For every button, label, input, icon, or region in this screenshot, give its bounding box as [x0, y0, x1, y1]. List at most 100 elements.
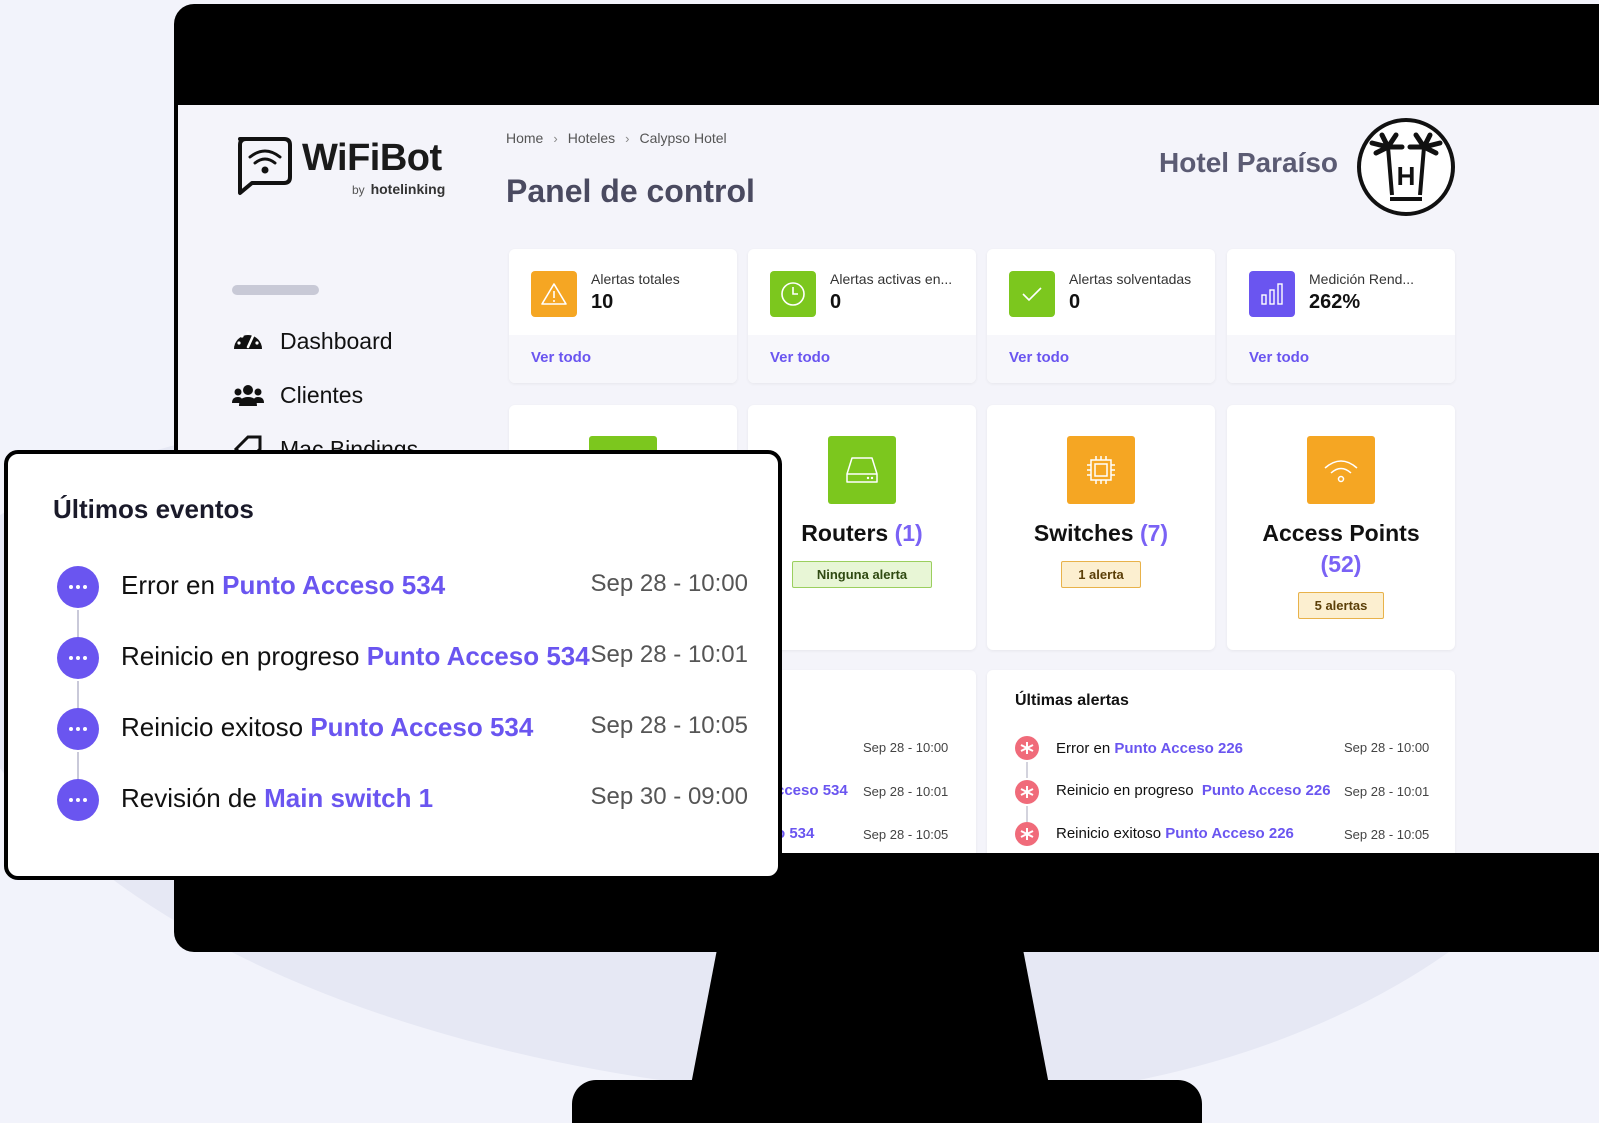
breadcrumb-home[interactable]: Home [506, 130, 543, 146]
chevron-right-icon: › [553, 130, 558, 146]
timeline-connector [1026, 806, 1028, 822]
alert-time: Sep 28 - 10:05 [1344, 827, 1430, 842]
alert-link[interactable]: Punto Acceso 226 [1114, 740, 1243, 757]
users-icon [232, 385, 264, 406]
event-dot [57, 708, 99, 750]
event-row: Reinicio exitoso Punto Acceso 534 [121, 712, 533, 743]
alert-icon [1015, 780, 1039, 804]
stat-icon-box [1009, 271, 1055, 317]
stat-value: 0 [830, 291, 842, 313]
events-panel-partial: Sep 28 - 10:00 cceso 534 Sep 28 - 10:01 … [748, 670, 976, 853]
device-name: Routers [801, 520, 889, 546]
alert-time: Sep 28 - 10:00 [1344, 740, 1430, 755]
stat-card-alertas-activas[interactable]: Alertas activas en... 0 Ver todo [748, 249, 976, 383]
stat-card-alertas-totales[interactable]: Alertas totales 10 Ver todo [509, 249, 737, 383]
alert-icon [1015, 736, 1039, 760]
ellipsis-icon [69, 656, 87, 660]
warning-triangle-icon [541, 283, 567, 305]
device-name: Switches [1033, 520, 1134, 546]
ver-todo-link[interactable]: Ver todo [748, 335, 976, 383]
brand-logo[interactable]: WiFiBot by hotelinking [232, 135, 462, 205]
alert-row: Reinicio en progreso Punto Acceso 226 [1056, 782, 1331, 799]
device-card-routers[interactable]: Routers (1) Ninguna alerta [748, 405, 976, 650]
timeline-connector [77, 752, 79, 780]
device-card-access-points[interactable]: Access Points (52) 5 alertas [1227, 405, 1455, 650]
page-title: Panel de control [506, 173, 755, 209]
dashboard-gauge-icon [234, 331, 262, 349]
event-link[interactable]: Punto Acceso 534 [367, 641, 590, 671]
event-link[interactable]: Punto Acceso 534 [310, 712, 533, 742]
event-text: Revisión de [121, 783, 257, 813]
sidebar-item-clientes[interactable]: Clientes [232, 381, 363, 409]
bar-chart-icon [1261, 283, 1283, 305]
event-dot [57, 779, 99, 821]
breadcrumb-hoteles[interactable]: Hoteles [568, 130, 615, 146]
hotel-name: Hotel Paraíso [1159, 147, 1338, 178]
alert-text: Reinicio exitoso [1056, 825, 1162, 842]
status-badge: Ninguna alerta [792, 561, 932, 588]
timeline-connector [1026, 762, 1028, 778]
asterisk-icon [1020, 742, 1034, 754]
stat-card-medicion-rendimiento[interactable]: Medición Rend... 262% Ver todo [1227, 249, 1455, 383]
event-link[interactable]: cceso 534 [776, 782, 848, 799]
event-time: Sep 28 - 10:05 [590, 712, 748, 739]
sidebar-item-dashboard[interactable]: Dashboard [232, 327, 393, 355]
alert-time: Sep 28 - 10:01 [1344, 784, 1430, 799]
event-link[interactable]: Main switch 1 [264, 783, 433, 813]
event-text: Reinicio en progreso [121, 641, 360, 671]
ellipsis-icon [69, 798, 87, 802]
wifi-bot-logo-icon [238, 137, 292, 195]
timeline-connector [77, 610, 79, 638]
event-time: Sep 28 - 10:01 [863, 784, 949, 799]
alert-text: Error en [1056, 740, 1111, 757]
stat-label: Alertas totales [591, 271, 680, 287]
event-time: Sep 28 - 10:01 [590, 641, 748, 668]
ver-todo-link[interactable]: Ver todo [509, 335, 737, 383]
ultimas-alertas-panel: Últimas alertas Error en Punto Acceso 22… [987, 670, 1455, 853]
device-title: Routers (1) [748, 518, 976, 549]
sidebar-item-label: Dashboard [280, 327, 393, 354]
event-dot [57, 637, 99, 679]
ultimos-eventos-card: Últimos eventos Error en Punto Acceso 53… [4, 450, 782, 880]
breadcrumb-current: Calypso Hotel [639, 130, 727, 146]
event-dot [57, 566, 99, 608]
brand-name: WiFiBot [302, 137, 442, 179]
sidebar-item-label: Clientes [280, 381, 364, 408]
hotel-palm-logo-icon: H [1357, 118, 1455, 216]
status-badge: 1 alerta [1061, 561, 1141, 588]
ver-todo-link[interactable]: Ver todo [987, 335, 1215, 383]
chevron-right-icon: › [625, 130, 630, 146]
alert-link[interactable]: Punto Acceso 226 [1202, 782, 1331, 799]
event-text: Error en [121, 570, 215, 600]
panel-title: Últimas alertas [1015, 692, 1129, 709]
device-count: (7) [1139, 520, 1169, 546]
stat-icon-box [1249, 271, 1295, 317]
ver-todo-link[interactable]: Ver todo [1227, 335, 1455, 383]
stat-label: Alertas solventadas [1069, 271, 1192, 287]
sidebar-section-placeholder [232, 285, 319, 295]
timeline-connector [77, 681, 79, 709]
ellipsis-icon [69, 727, 87, 731]
device-icon-box [828, 436, 896, 504]
event-row: Reinicio en progreso Punto Acceso 534 [121, 641, 590, 672]
alert-icon [1015, 822, 1039, 846]
device-card-switches[interactable]: Switches (7) 1 alerta [987, 405, 1215, 650]
event-link[interactable]: Punto Acceso 534 [222, 570, 445, 600]
monitor-stand-base [572, 1080, 1202, 1123]
stat-value: 10 [591, 291, 614, 313]
alert-link[interactable]: Punto Acceso 226 [1165, 825, 1294, 842]
router-icon [846, 457, 878, 483]
stat-card-alertas-solventadas[interactable]: Alertas solventadas 0 Ver todo [987, 249, 1215, 383]
device-count: (1) [894, 520, 923, 546]
stat-label: Medición Rend... [1309, 271, 1415, 287]
brand-byline: by hotelinking [352, 181, 445, 197]
chip-icon [1087, 456, 1115, 484]
asterisk-icon [1020, 786, 1034, 798]
event-time: Sep 28 - 10:05 [863, 827, 949, 842]
clock-icon [781, 282, 805, 306]
event-time: Sep 30 - 09:00 [590, 783, 748, 810]
breadcrumb: Home › Hoteles › Calypso Hotel [506, 130, 727, 146]
alert-text: Reinicio en progreso [1056, 782, 1194, 799]
alert-row: Error en Punto Acceso 226 [1056, 740, 1243, 757]
event-text: Reinicio exitoso [121, 712, 304, 742]
